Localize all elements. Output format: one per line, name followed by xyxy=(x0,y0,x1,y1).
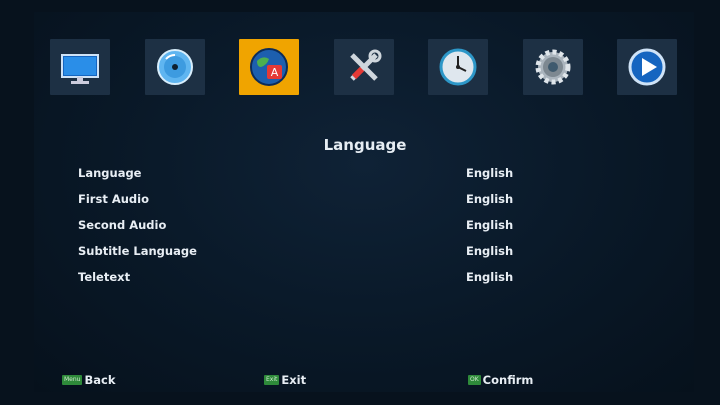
setting-value[interactable]: English xyxy=(466,270,513,284)
settings-gear-icon xyxy=(535,49,571,85)
settings-list: Language English First Audio English Sec… xyxy=(78,163,598,293)
confirm-label: Confirm xyxy=(482,373,534,387)
tile-tools[interactable] xyxy=(334,39,394,95)
tile-media-player[interactable] xyxy=(617,39,677,95)
tools-icon xyxy=(350,49,382,81)
tile-language[interactable]: A xyxy=(239,39,299,95)
setting-label: Language xyxy=(78,166,142,180)
setting-label: Subtitle Language xyxy=(78,244,197,258)
setting-label: Teletext xyxy=(78,270,131,284)
setting-row-first-audio[interactable]: First Audio English xyxy=(78,189,598,215)
setting-row-subtitle-language[interactable]: Subtitle Language English xyxy=(78,241,598,267)
tile-tv[interactable] xyxy=(50,39,110,95)
disc-icon xyxy=(157,49,193,85)
exit-key-icon: Exit xyxy=(264,375,280,385)
setting-row-second-audio[interactable]: Second Audio English xyxy=(78,215,598,241)
clock-icon xyxy=(439,48,477,86)
exit-hint[interactable]: Exit Exit xyxy=(264,373,306,387)
setting-label: Second Audio xyxy=(78,218,167,232)
tile-media[interactable] xyxy=(145,39,205,95)
play-icon xyxy=(628,48,666,86)
ok-key-icon: OK xyxy=(468,375,481,385)
setting-value[interactable]: English xyxy=(466,218,513,232)
setting-row-language[interactable]: Language English xyxy=(78,163,598,189)
tile-system[interactable] xyxy=(523,39,583,95)
main-menu-bar: A xyxy=(50,39,680,97)
setting-value[interactable]: English xyxy=(466,166,513,180)
setting-value[interactable]: English xyxy=(466,244,513,258)
back-hint[interactable]: Menu Back xyxy=(62,373,115,387)
svg-text:A: A xyxy=(271,66,279,79)
language-globe-icon: A xyxy=(250,48,288,86)
footer-hints: Menu Back Exit Exit OK Confirm xyxy=(0,373,720,393)
setting-label: First Audio xyxy=(78,192,149,206)
setting-row-teletext[interactable]: Teletext English xyxy=(78,267,598,293)
tv-monitor-icon xyxy=(61,54,99,84)
page-title: Language xyxy=(323,136,407,154)
tile-timer[interactable] xyxy=(428,39,488,95)
menu-key-icon: Menu xyxy=(62,375,83,385)
confirm-hint[interactable]: OK Confirm xyxy=(468,373,533,387)
exit-label: Exit xyxy=(281,373,307,387)
setting-value[interactable]: English xyxy=(466,192,513,206)
screen: A Language Language English First Audio … xyxy=(0,0,720,405)
back-label: Back xyxy=(84,373,116,387)
